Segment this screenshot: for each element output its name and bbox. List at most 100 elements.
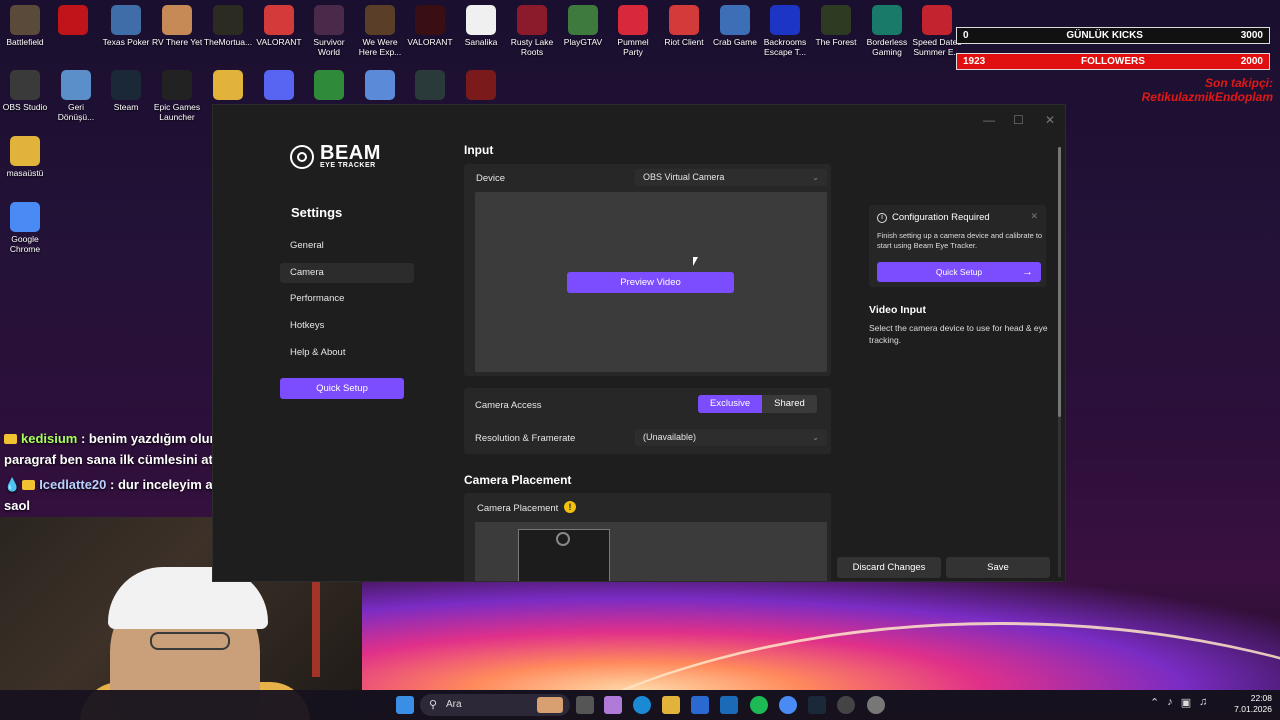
app-icon bbox=[111, 70, 141, 100]
app-icon bbox=[61, 70, 91, 100]
desktop-icon-label: VALORANT bbox=[407, 37, 453, 47]
nav-item-help-about[interactable]: Help & About bbox=[280, 343, 414, 363]
nav-item-performance[interactable]: Performance bbox=[280, 289, 414, 309]
save-button[interactable]: Save bbox=[946, 557, 1050, 578]
desktop-icon[interactable] bbox=[456, 70, 506, 102]
desktop-icon[interactable]: Texas Poker bbox=[101, 5, 151, 47]
resolution-value: (Unavailable) bbox=[643, 432, 697, 442]
maximize-icon[interactable]: ☐ bbox=[1013, 113, 1024, 127]
quick-setup-button[interactable]: Quick Setup bbox=[280, 378, 404, 399]
desktop-icon[interactable] bbox=[254, 70, 304, 102]
preview-video-button[interactable]: Preview Video bbox=[567, 272, 734, 293]
edge-icon[interactable] bbox=[633, 696, 651, 714]
desktop-icon[interactable]: The Forest bbox=[811, 5, 861, 47]
kicks-goal: 3000 bbox=[1240, 30, 1263, 41]
desktop-icon[interactable] bbox=[405, 70, 455, 102]
desktop-icon[interactable]: RV There Yet bbox=[152, 5, 202, 47]
system-tray: ⌃ ♪ ▣ ♫ bbox=[1150, 696, 1207, 709]
chevron-up-icon[interactable]: ⌃ bbox=[1150, 696, 1159, 709]
desktop-icon[interactable]: Epic Games Launcher bbox=[152, 70, 202, 122]
desktop-icon[interactable] bbox=[355, 70, 405, 102]
clock-time: 22:08 bbox=[1250, 693, 1272, 703]
app-icon bbox=[770, 5, 800, 35]
nav-item-general[interactable]: General bbox=[280, 236, 414, 256]
nav-item-camera[interactable]: Camera bbox=[280, 262, 414, 283]
discard-changes-button[interactable]: Discard Changes bbox=[837, 557, 941, 578]
desktop-icon[interactable]: Battlefield bbox=[0, 5, 50, 47]
scrollbar[interactable] bbox=[1058, 147, 1061, 577]
resolution-label: Resolution & Framerate bbox=[475, 433, 576, 444]
close-icon[interactable]: ✕ bbox=[1045, 113, 1055, 127]
desktop-icon[interactable]: Speed Dates Summer E... bbox=[912, 5, 962, 57]
app-icon bbox=[365, 70, 395, 100]
app-icon bbox=[58, 5, 88, 35]
task-view-icon[interactable] bbox=[576, 696, 594, 714]
nav-item-hotkeys[interactable]: Hotkeys bbox=[280, 316, 414, 336]
kicks-current: 0 bbox=[963, 30, 969, 41]
app-icon bbox=[10, 5, 40, 35]
app-icon bbox=[162, 70, 192, 100]
search-icon: ⚲ bbox=[429, 699, 438, 711]
camera-access-label: Camera Access bbox=[475, 400, 542, 411]
minimize-icon[interactable]: — bbox=[983, 113, 995, 127]
device-select[interactable]: OBS Virtual Camera ⌄ bbox=[635, 169, 827, 186]
video-input-desc: Select the camera device to use for head… bbox=[869, 323, 1048, 345]
desktop-icon[interactable]: Google Chrome bbox=[0, 202, 50, 254]
notice-quick-setup-button[interactable]: Quick Setup → bbox=[877, 262, 1041, 282]
desktop-icon-label: Borderless bbox=[866, 37, 908, 47]
desktop-icon[interactable]: Pummel Party bbox=[608, 5, 658, 57]
desktop-icon[interactable]: masaüstü bbox=[0, 136, 50, 178]
outlook-icon[interactable] bbox=[720, 696, 738, 714]
desktop-icon[interactable]: VALORANT bbox=[254, 5, 304, 47]
brand-sub: EYE TRACKER bbox=[320, 162, 376, 169]
desktop-icon[interactable]: PlayGTAV bbox=[558, 5, 608, 47]
settings-nav: General Camera Performance Hotkeys Help … bbox=[280, 236, 414, 369]
desktop-icon[interactable]: Rusty Lake Roots bbox=[507, 5, 557, 57]
desktop-icon[interactable]: Steam bbox=[101, 70, 151, 112]
desktop-icon-label-line2: Here Exp... bbox=[358, 47, 402, 57]
microphone-icon[interactable]: ♪ bbox=[1167, 696, 1173, 709]
access-exclusive-option[interactable]: Exclusive bbox=[698, 395, 763, 413]
desktop-icon[interactable]: We Were Here Exp... bbox=[355, 5, 405, 57]
desktop-icon[interactable] bbox=[48, 5, 98, 37]
taskbar-clock[interactable]: 22:08 7.01.2026 bbox=[1226, 693, 1272, 715]
desktop-icon[interactable]: VALORANT bbox=[405, 5, 455, 47]
volume-icon[interactable]: ♫ bbox=[1199, 696, 1207, 709]
desktop-icon-label: TheMortua... bbox=[203, 37, 253, 47]
desktop-icon-label: RV There Yet bbox=[152, 37, 202, 47]
file-explorer-icon[interactable] bbox=[662, 696, 680, 714]
obs-icon[interactable] bbox=[837, 696, 855, 714]
resolution-select[interactable]: (Unavailable) ⌄ bbox=[635, 429, 827, 446]
search-highlight-icon[interactable] bbox=[537, 697, 563, 713]
warning-icon: ! bbox=[564, 501, 576, 513]
notice-close-icon[interactable]: ✕ bbox=[1030, 211, 1038, 222]
scrollbar-thumb[interactable] bbox=[1058, 147, 1061, 417]
windows-start-icon[interactable] bbox=[396, 696, 414, 714]
desktop-icon[interactable]: Borderless Gaming bbox=[862, 5, 912, 57]
display-icon[interactable]: ▣ bbox=[1181, 696, 1191, 709]
chrome-icon[interactable] bbox=[779, 696, 797, 714]
desktop-icon[interactable]: Survivor World bbox=[304, 5, 354, 57]
desktop-icon[interactable]: Riot Client bbox=[659, 5, 709, 47]
device-value: OBS Virtual Camera bbox=[643, 172, 725, 182]
desktop-icon[interactable]: Sanalika bbox=[456, 5, 506, 47]
spotify-icon[interactable] bbox=[750, 696, 768, 714]
app-icon bbox=[111, 5, 141, 35]
app-icon bbox=[10, 202, 40, 232]
desktop-icon[interactable]: Backrooms Escape T... bbox=[760, 5, 810, 57]
copilot-icon[interactable] bbox=[604, 696, 622, 714]
app-icon bbox=[264, 5, 294, 35]
app-icon bbox=[314, 70, 344, 100]
desktop-icon[interactable]: OBS Studio bbox=[0, 70, 50, 112]
beam-eye-tracker-icon[interactable] bbox=[867, 696, 885, 714]
desktop-icon[interactable]: Geri Dönüşü... bbox=[51, 70, 101, 122]
placement-section-title: Camera Placement bbox=[464, 473, 572, 487]
desktop-icon[interactable] bbox=[304, 70, 354, 102]
desktop-icon-label: Texas Poker bbox=[102, 37, 150, 47]
desktop-icon[interactable]: Crab Game bbox=[710, 5, 760, 47]
webcam-icon[interactable] bbox=[556, 532, 570, 546]
steam-icon[interactable] bbox=[808, 696, 826, 714]
access-shared-option[interactable]: Shared bbox=[762, 395, 817, 413]
store-icon[interactable] bbox=[691, 696, 709, 714]
desktop-icon[interactable]: TheMortua... bbox=[203, 5, 253, 47]
